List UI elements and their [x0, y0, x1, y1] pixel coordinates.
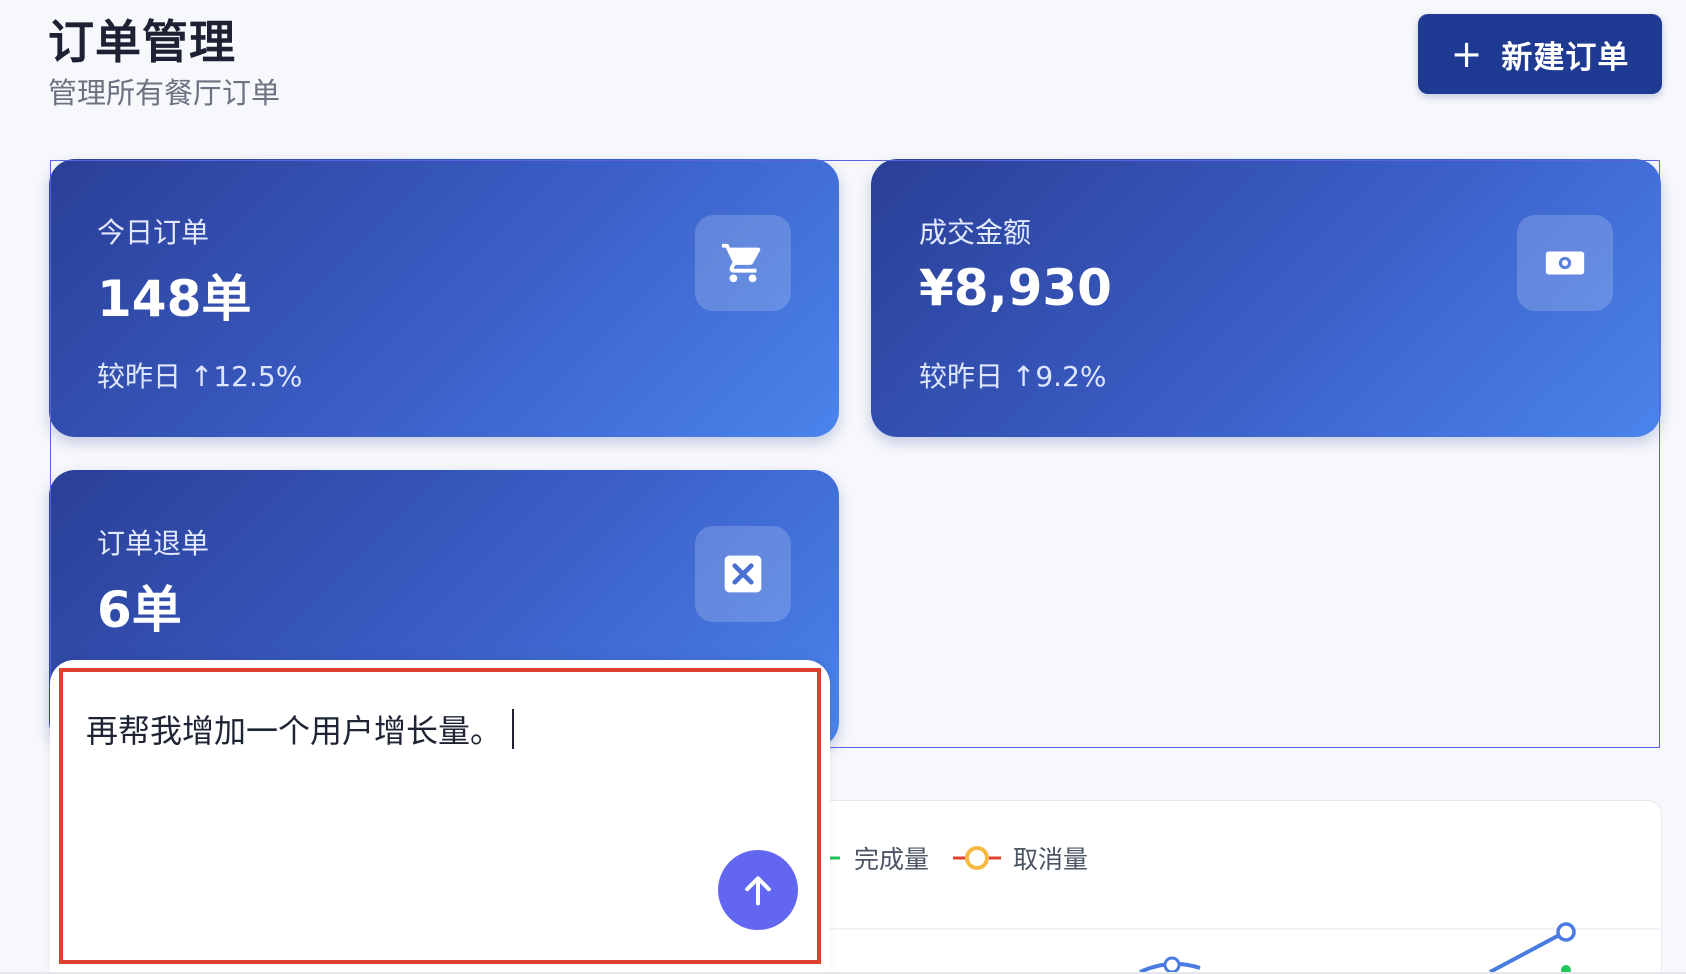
chart-point	[1163, 956, 1181, 974]
prompt-input[interactable]: 再帮我增加一个用户增长量。	[86, 706, 515, 752]
chart-series-line-segment	[1489, 930, 1566, 974]
prompt-input-text: 再帮我增加一个用户增长量。	[86, 712, 503, 750]
text-caret	[512, 709, 515, 749]
send-button[interactable]	[718, 850, 798, 930]
arrow-up-icon	[745, 876, 771, 906]
chart-point	[1556, 922, 1576, 942]
